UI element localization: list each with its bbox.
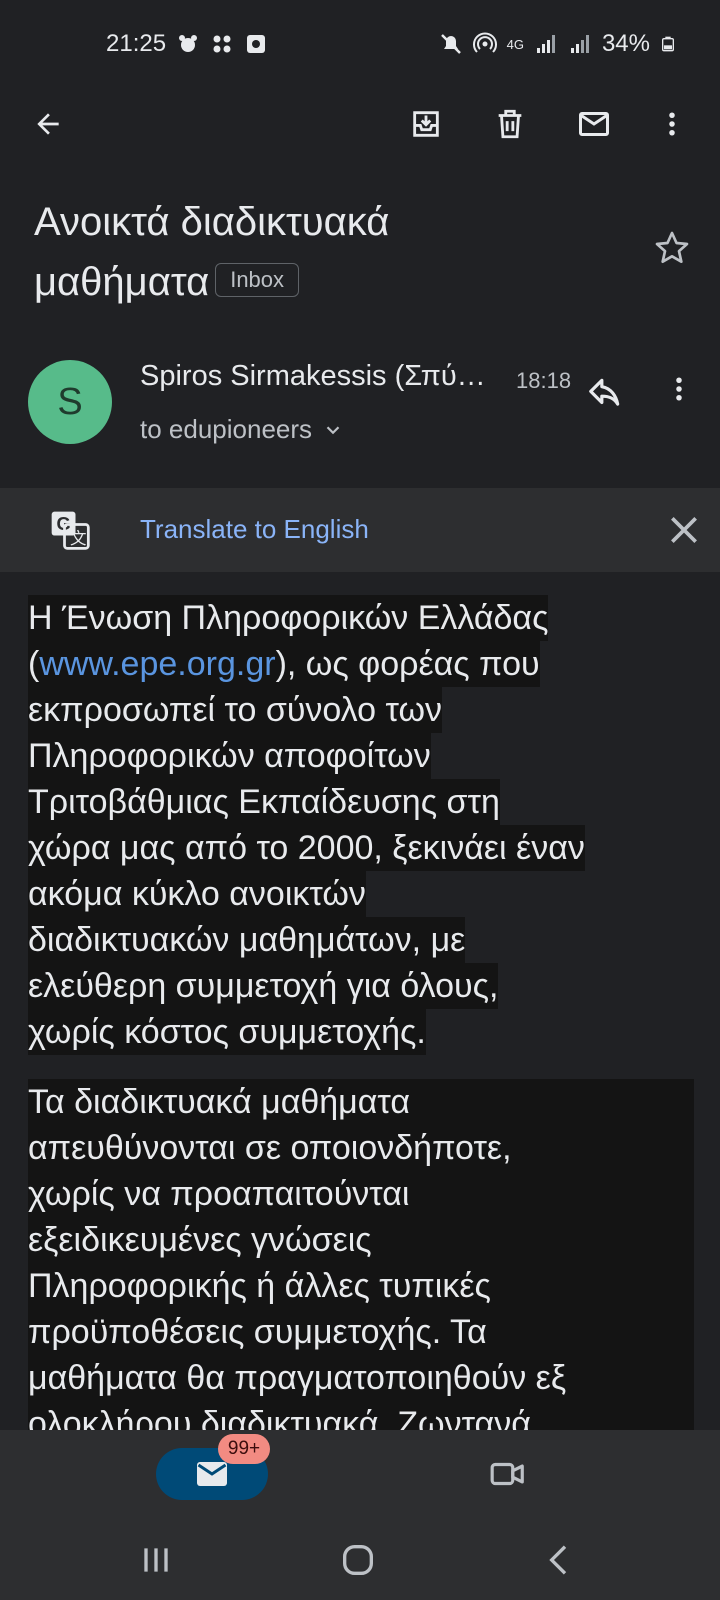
hotspot-icon (472, 32, 497, 53)
mute-icon (440, 34, 461, 54)
star-button[interactable] (652, 228, 702, 278)
body-line: προϋποθέσεις συμμετοχής. Τα (28, 1313, 487, 1351)
body-text: ( (28, 645, 40, 683)
body-line: ακόμα κύκλο ανοικτών (28, 871, 366, 917)
network-type: 4G (506, 36, 524, 52)
unread-count-badge: 99+ (218, 1434, 270, 1464)
sender-avatar[interactable]: S (28, 360, 112, 444)
body-line: Τα διαδικτυακά μαθήματα (28, 1083, 411, 1121)
message-more-button[interactable] (664, 374, 700, 418)
archive-button[interactable] (400, 98, 452, 150)
notification-icon (179, 35, 198, 52)
body-line: χωρίς να προαπαιτούνται (28, 1175, 410, 1213)
more-vert-icon (669, 112, 675, 136)
media-icon (247, 35, 266, 53)
back-arrow-icon (37, 113, 59, 135)
reply-button[interactable] (586, 374, 630, 418)
translate-close-button[interactable] (664, 510, 704, 550)
epe-website-link[interactable]: www.epe.org.gr (39, 645, 275, 683)
recents-icon (144, 1548, 168, 1572)
email-toolbar (0, 88, 720, 160)
sender-name[interactable]: Spiros Sirmakessis (Σπύ… (140, 360, 510, 393)
status-bar: 21:25 4G 34% (0, 0, 720, 88)
close-icon (671, 517, 697, 543)
translate-icon: G文 (51, 511, 90, 550)
svg-text:文: 文 (70, 529, 87, 548)
translate-link[interactable]: Translate to English (140, 514, 369, 545)
system-back-button[interactable] (540, 1540, 580, 1580)
battery-charging-icon (662, 36, 674, 52)
email-subject: Ανοικτά διαδικτυακά μαθήματα Inbox (34, 192, 634, 312)
mark-unread-button[interactable] (568, 98, 620, 150)
body-line: απευθύνονται σε οποιονδήποτε, (28, 1129, 512, 1167)
body-line: χωρίς κόστος συμμετοχής. (28, 1009, 426, 1055)
tab-meet[interactable] (484, 1450, 532, 1498)
chevron-left-icon (549, 1545, 567, 1575)
reply-icon (589, 378, 620, 406)
delete-icon (498, 109, 522, 139)
video-icon (490, 1462, 524, 1486)
body-line: Τριτοβάθμιας Εκπαίδευσης στη (28, 779, 500, 825)
status-left: 21:25 (106, 30, 268, 58)
signal-icon (536, 35, 555, 53)
recipient-details[interactable]: to edupioneers (140, 414, 344, 445)
inbox-label-badge[interactable]: Inbox (215, 263, 300, 298)
email-body: Η Ένωση Πληροφορικών Ελλάδας (www.epe.or… (0, 595, 720, 1430)
battery-percent: 34% (601, 30, 650, 57)
delete-button[interactable] (484, 98, 536, 150)
system-navigation-bar (0, 1520, 720, 1600)
body-line: εξειδικευμένες γνώσεις (28, 1221, 372, 1259)
body-line: μαθήματα θα πραγματοποιηθούν εξ (28, 1359, 567, 1397)
status-time: 21:25 (106, 30, 167, 57)
subject-line: Ανοικτά διαδικτυακά (34, 200, 390, 244)
star-icon (655, 231, 689, 263)
body-line: διαδικτυακών μαθημάτων, με (28, 917, 466, 963)
apps-icon (213, 35, 231, 53)
body-text: ), ως φορέας που (275, 645, 540, 683)
more-options-button[interactable] (650, 98, 694, 150)
translate-bar: G文 Translate to English (0, 488, 720, 572)
recipient-text: to edupioneers (140, 414, 313, 444)
body-paragraph: Τα διαδικτυακά μαθήματα απευθύνονται σε … (28, 1079, 694, 1430)
home-icon (343, 1545, 373, 1575)
body-line: (www.epe.org.gr), ως φορέας που (28, 641, 540, 687)
body-line: ολοκλήρου διαδικτυακά. Ζωντανά (28, 1405, 531, 1430)
body-line: Πληροφορικής ή άλλες τυπικές (28, 1267, 491, 1305)
body-line: Πληροφορικών αποφοίτων (28, 733, 431, 779)
status-right: 4G 34% (439, 30, 676, 58)
bottom-navigation: 99+ (0, 1430, 720, 1520)
signal-icon (570, 35, 589, 53)
body-line: εκπροσωπεί το σύνολο των (28, 687, 443, 733)
home-button[interactable] (338, 1540, 378, 1580)
body-line: Η Ένωση Πληροφορικών Ελλάδας (28, 595, 549, 641)
body-line: ελεύθερη συμμετοχή για όλους, (28, 963, 499, 1009)
chevron-down-icon (326, 425, 340, 434)
subject-line: μαθήματα Inbox (34, 252, 634, 312)
back-button[interactable] (22, 98, 74, 150)
subject-text: μαθήματα (34, 260, 210, 304)
recent-apps-button[interactable] (136, 1540, 176, 1580)
body-paragraph: Η Ένωση Πληροφορικών Ελλάδας (www.epe.or… (28, 595, 694, 1055)
more-vert-icon (676, 377, 682, 401)
email-time: 18:18 (516, 368, 572, 393)
archive-icon (413, 111, 439, 137)
body-line: χώρα μας από το 2000, ξεκινάει έναν (28, 825, 585, 871)
mark-unread-icon (579, 112, 609, 136)
